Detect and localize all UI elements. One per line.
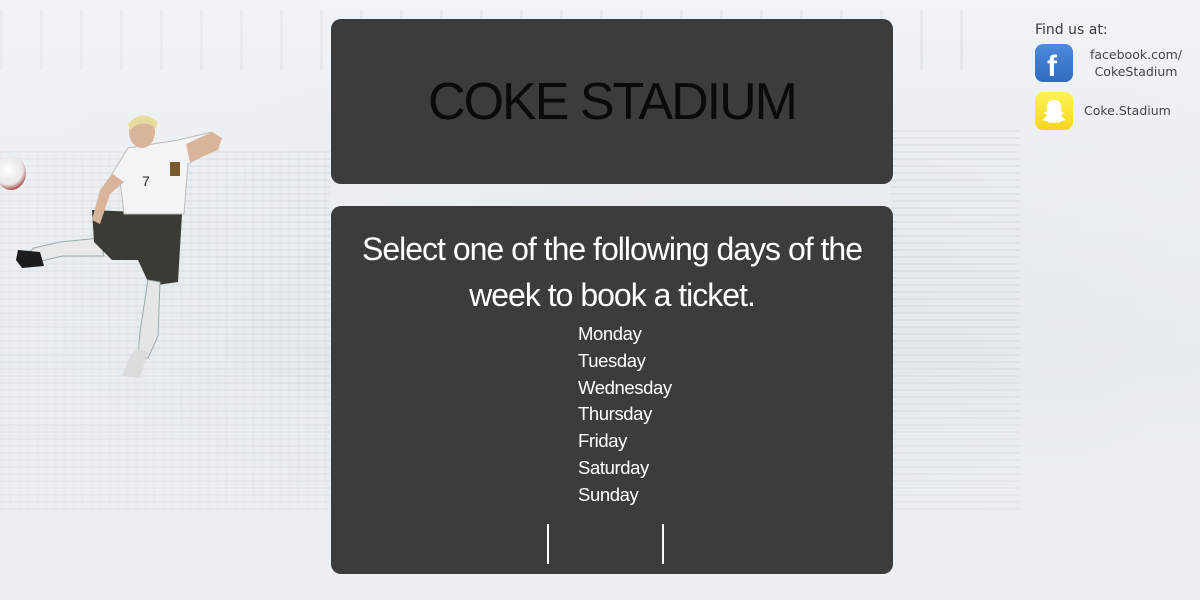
day-saturday[interactable]: Saturday [578,455,672,482]
day-tuesday[interactable]: Tuesday [578,348,672,375]
player-figure: 7 [16,115,222,378]
facebook-url-line1: facebook.com/ [1090,47,1182,62]
day-thursday[interactable]: Thursday [578,401,672,428]
booking-panel: Select one of the following days of the … [331,206,893,574]
snapchat-icon [1035,92,1073,130]
svg-text:f: f [1047,50,1058,82]
divider-right [662,524,664,564]
site-title: COKE STADIUM [428,73,798,131]
facebook-icon: f [1035,44,1073,83]
divider-left [547,524,549,564]
booking-instructions: Select one of the following days of the … [361,231,863,313]
day-monday[interactable]: Monday [578,321,672,348]
day-sunday[interactable]: Sunday [578,482,672,509]
header-panel: COKE STADIUM [331,19,893,184]
facebook-url-line2: CokeStadium [1094,64,1178,79]
day-wednesday[interactable]: Wednesday [578,375,672,402]
find-us-section: Find us at: f facebook.com/ CokeStadium … [1035,22,1195,130]
day-list: Monday Tuesday Wednesday Thursday Friday… [578,321,672,509]
day-friday[interactable]: Friday [578,428,672,455]
snapchat-text: Coke.Stadium [1084,103,1171,118]
soccer-player-image: 7 [0,110,240,380]
svg-text:7: 7 [142,173,150,189]
facebook-text: facebook.com/ CokeStadium [1081,46,1191,80]
find-us-label: Find us at: [1035,22,1108,38]
